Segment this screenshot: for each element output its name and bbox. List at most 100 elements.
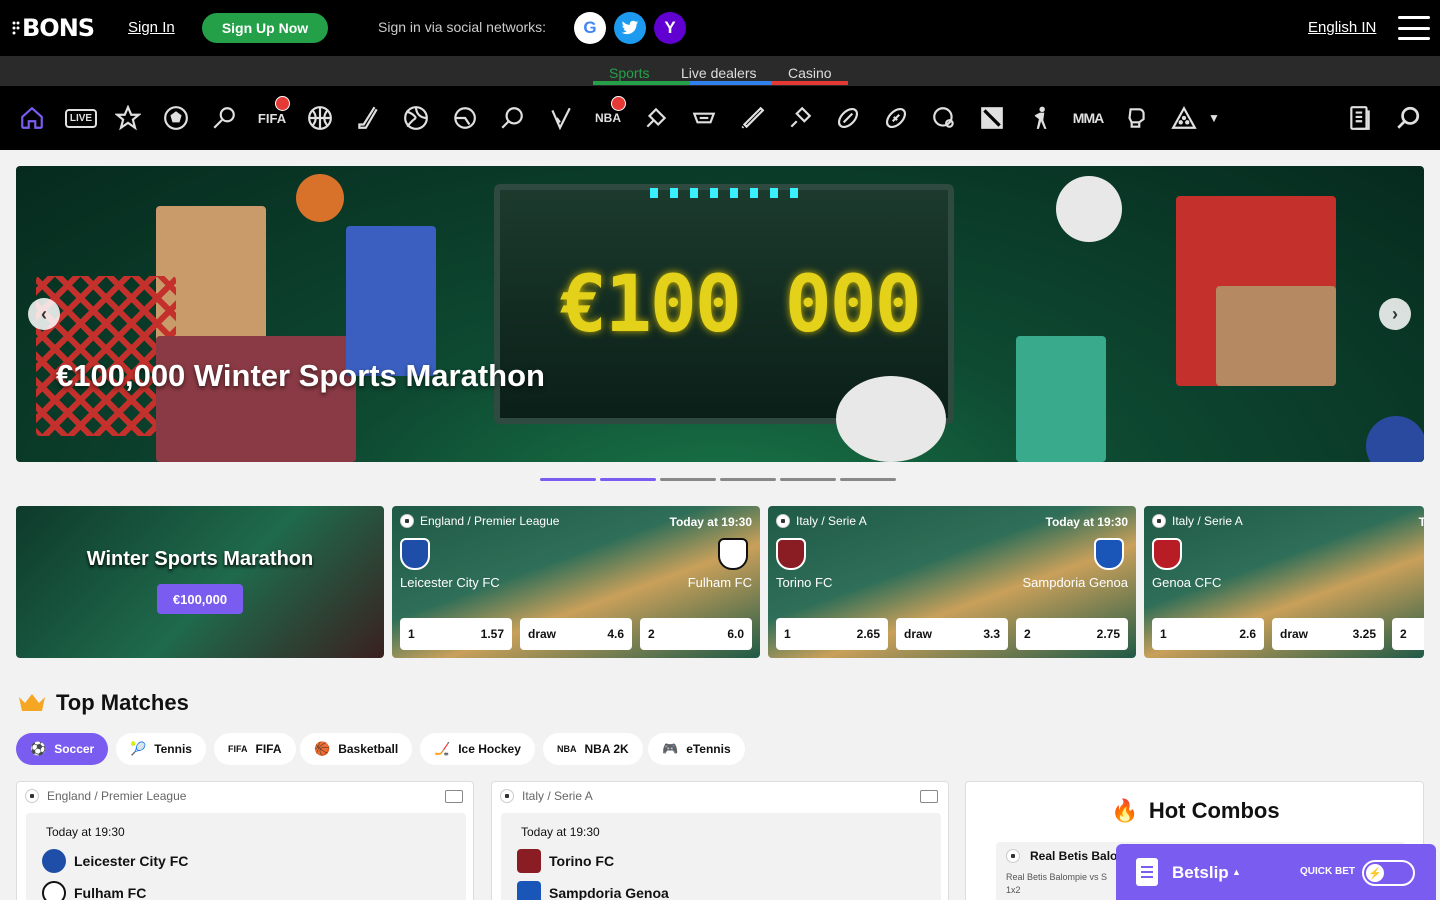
- match-time: Today at 19:30: [669, 515, 752, 529]
- cricket-icon[interactable]: [738, 104, 766, 132]
- darts-icon[interactable]: [546, 104, 574, 132]
- tab-casino[interactable]: Casino: [788, 65, 832, 81]
- shooter-icon[interactable]: [1026, 104, 1054, 132]
- rugby-icon[interactable]: [834, 104, 862, 132]
- tab-sports[interactable]: Sports: [609, 65, 649, 81]
- logo[interactable]: BONS: [12, 14, 95, 42]
- crown-icon: [19, 694, 45, 711]
- twitter-icon[interactable]: [614, 12, 646, 44]
- hero-page-dot[interactable]: [540, 478, 596, 481]
- betslip-bar[interactable]: Betslip ▲ QUICK BET ⚡: [1116, 844, 1436, 900]
- tennis-icon[interactable]: [210, 104, 238, 132]
- fifa-icon: FIFA: [228, 744, 248, 754]
- basketball-player-figure: [346, 226, 436, 376]
- hero-page-dot[interactable]: [840, 478, 896, 481]
- filter-label: Tennis: [154, 742, 192, 756]
- odds-label: draw: [1280, 627, 1309, 641]
- filter-tennis[interactable]: 🎾 Tennis: [116, 733, 206, 765]
- promo-amount-pill[interactable]: €100,000: [157, 584, 243, 614]
- match-time: Today at 19:30: [1045, 515, 1128, 529]
- baseball-player-face: [1216, 286, 1336, 386]
- odds-home-button[interactable]: 1 2.65: [776, 618, 888, 650]
- basketball-icon[interactable]: [306, 104, 334, 132]
- google-icon[interactable]: G: [574, 12, 606, 44]
- filter-nba-2k[interactable]: NBA NBA 2K: [543, 733, 643, 765]
- ehockey-icon[interactable]: [690, 104, 718, 132]
- bet-history-icon[interactable]: [1346, 104, 1374, 132]
- live-icon[interactable]: LIVE: [64, 104, 98, 132]
- soccer-icon[interactable]: [162, 104, 190, 132]
- odds-home-button[interactable]: 1 1.57: [400, 618, 512, 650]
- hero-page-dot[interactable]: [600, 478, 656, 481]
- esports-icon[interactable]: [930, 104, 958, 132]
- hero-banner[interactable]: €100 000 €100,000 Winter Sports Marathon…: [16, 166, 1424, 462]
- top-match-card[interactable]: England / Premier League Today at 19:30 …: [16, 781, 474, 900]
- filter-fifa[interactable]: FIFA FIFA: [214, 733, 296, 765]
- badminton-icon[interactable]: [786, 104, 814, 132]
- ice-hockey-icon[interactable]: [354, 104, 382, 132]
- hot-badge: [275, 96, 290, 111]
- leicester-crest-icon: [42, 849, 66, 873]
- more-sports-icon[interactable]: [1170, 104, 1198, 132]
- tab-casino-underline: [772, 81, 848, 85]
- filter-soccer[interactable]: ⚽ Soccer: [16, 733, 109, 765]
- fifa-icon[interactable]: FIFA: [258, 96, 290, 132]
- stats-icon[interactable]: [445, 790, 463, 803]
- soccer-ball-icon: [25, 789, 39, 803]
- league-name: Italy / Serie A: [1172, 514, 1243, 528]
- filter-basketball[interactable]: 🏀 Basketball: [300, 733, 413, 765]
- menu-icon[interactable]: [1398, 16, 1430, 40]
- jackpot-amount: €100 000: [560, 260, 922, 350]
- table-tennis-icon[interactable]: [498, 104, 526, 132]
- hero-prev-arrow-icon[interactable]: ‹: [28, 298, 60, 330]
- odds-value: 2.75: [1096, 627, 1120, 641]
- etennis-icon[interactable]: [642, 104, 670, 132]
- odds-away-button[interactable]: 2: [1392, 618, 1424, 650]
- hero-page-dot[interactable]: [720, 478, 776, 481]
- odds-away-button[interactable]: 2 2.75: [1016, 618, 1128, 650]
- filter-etennis[interactable]: 🎮 eTennis: [648, 733, 745, 765]
- basketball-icon: 🏀: [314, 741, 331, 756]
- hero-page-dot[interactable]: [660, 478, 716, 481]
- odds-away-button[interactable]: 2 6.0: [640, 618, 752, 650]
- odds-label: 2: [648, 627, 655, 641]
- tab-live-dealers[interactable]: Live dealers: [681, 65, 757, 81]
- home-team: Torino FC: [776, 575, 833, 590]
- hero-page-dot[interactable]: [780, 478, 836, 481]
- home-icon[interactable]: [18, 104, 46, 132]
- search-icon[interactable]: [1394, 104, 1422, 132]
- odds-label: draw: [904, 627, 933, 641]
- stats-icon[interactable]: [920, 790, 938, 803]
- nba-label: NBA: [595, 111, 621, 125]
- soccer-icon: ⚽: [30, 741, 47, 756]
- mma-icon[interactable]: MMA: [1073, 104, 1104, 132]
- hero-next-arrow-icon[interactable]: ›: [1379, 298, 1411, 330]
- american-football-icon[interactable]: [882, 104, 910, 132]
- soccer-ball-icon: [400, 514, 414, 528]
- volleyball-icon[interactable]: [402, 104, 430, 132]
- odds-home-button[interactable]: 1 2.6: [1152, 618, 1264, 650]
- top-match-card[interactable]: Italy / Serie A Today at 19:30 Torino FC…: [491, 781, 949, 900]
- favorites-icon[interactable]: [114, 104, 142, 132]
- odds-draw-button[interactable]: draw 4.6: [520, 618, 632, 650]
- filter-ice-hockey[interactable]: 🏒 Ice Hockey: [420, 733, 535, 765]
- promo-card[interactable]: Winter Sports Marathon €100,000: [16, 506, 384, 658]
- match-card[interactable]: Italy / Serie A Today at 19:30 Torino FC…: [768, 506, 1136, 658]
- language-selector[interactable]: English IN: [1308, 19, 1376, 36]
- sign-up-button[interactable]: Sign Up Now: [202, 13, 328, 43]
- counter-strike-icon[interactable]: [978, 104, 1006, 132]
- odds-draw-button[interactable]: draw 3.25: [1272, 618, 1384, 650]
- yahoo-icon[interactable]: Y: [654, 12, 686, 44]
- odds-value: 2.65: [856, 627, 880, 641]
- sign-in-link[interactable]: Sign In: [128, 19, 175, 36]
- odds-value: 6.0: [727, 627, 744, 641]
- nba-2k-icon[interactable]: NBA: [594, 96, 626, 132]
- chevron-down-icon[interactable]: ▼: [1204, 104, 1224, 132]
- handball-icon[interactable]: [450, 104, 478, 132]
- match-card[interactable]: England / Premier League Today at 19:30 …: [392, 506, 760, 658]
- match-card[interactable]: Italy / Serie A T Genoa CFC 1 2.6 draw 3.2…: [1144, 506, 1424, 658]
- chevron-up-icon[interactable]: ▲: [1232, 867, 1241, 877]
- quick-bet-toggle[interactable]: ⚡: [1362, 860, 1415, 886]
- boxing-icon[interactable]: [1122, 104, 1150, 132]
- odds-draw-button[interactable]: draw 3.3: [896, 618, 1008, 650]
